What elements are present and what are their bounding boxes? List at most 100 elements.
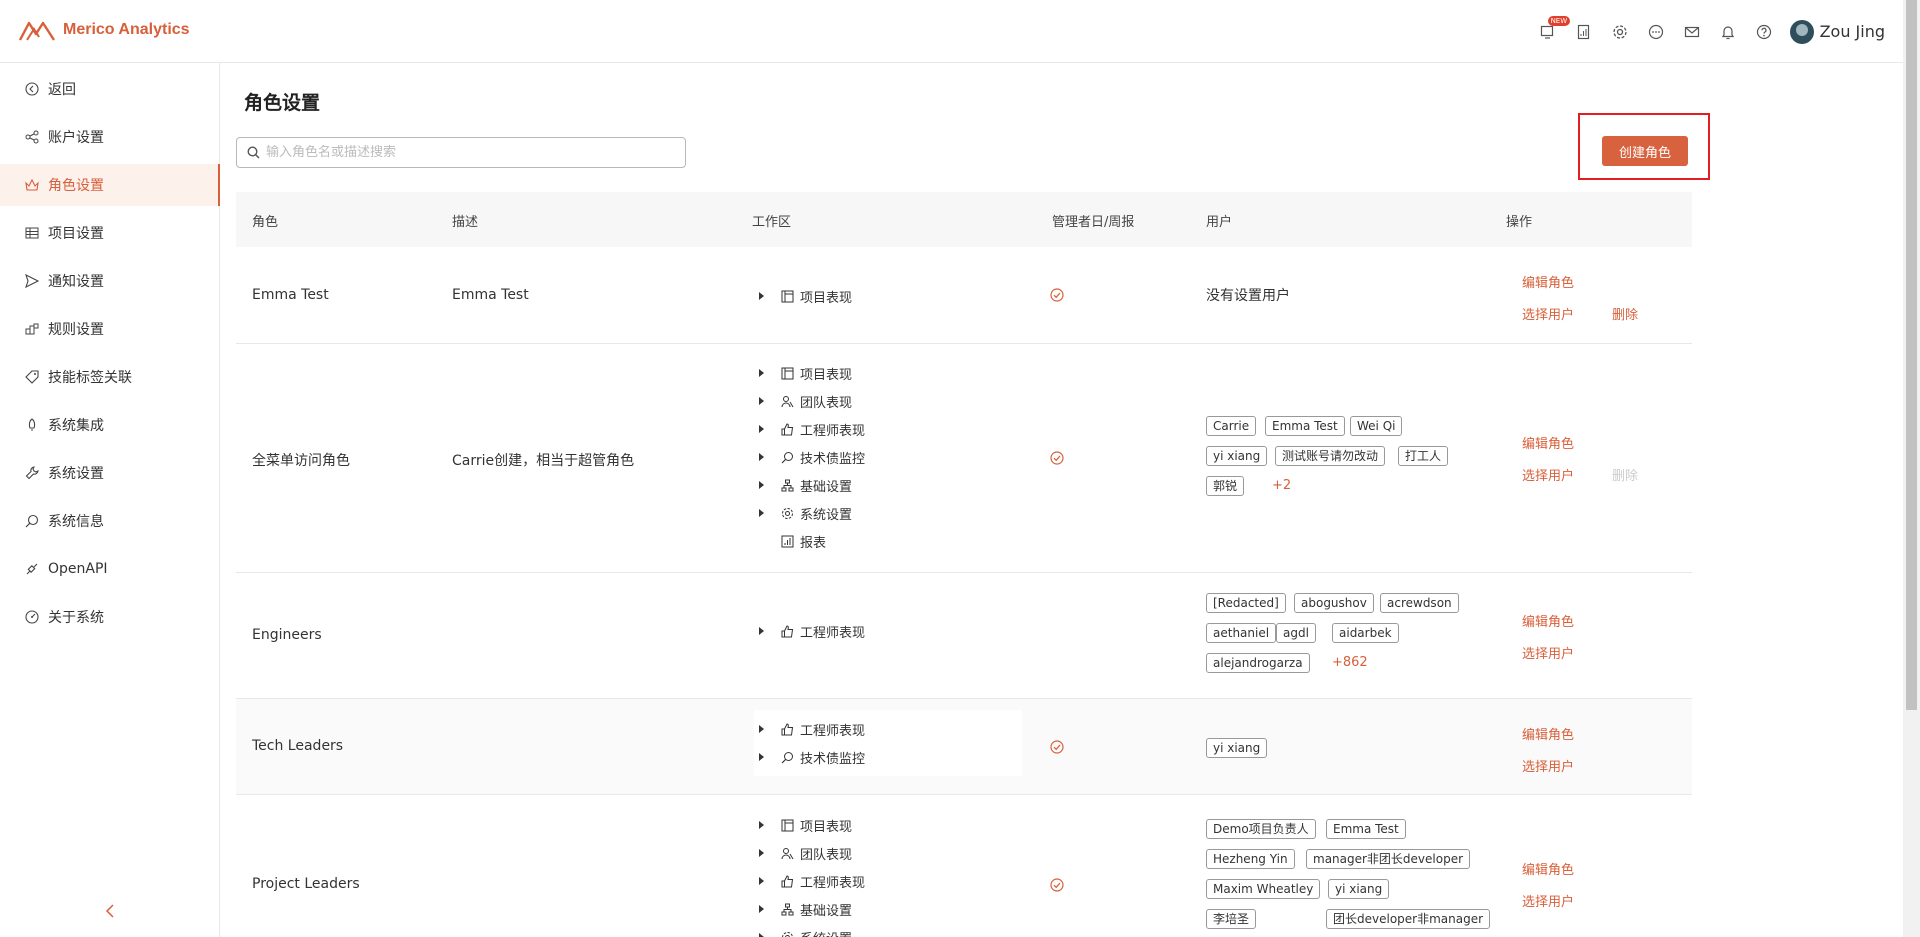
caret-right-icon[interactable] [759, 481, 764, 489]
caret-right-icon[interactable] [759, 453, 764, 461]
role-description: Emma Test [452, 287, 529, 303]
thumb-icon [780, 722, 794, 736]
workspace-label: 系统设置 [800, 928, 852, 937]
workspace-item[interactable]: 工程师表现 [759, 620, 865, 642]
caret-right-icon[interactable] [759, 821, 764, 829]
check-circle-icon [1050, 288, 1064, 302]
workspace-item[interactable]: 基础设置 [759, 898, 852, 920]
caret-right-icon[interactable] [759, 425, 764, 433]
sidebar-item-projects[interactable]: 项目设置 [0, 212, 220, 254]
page-scrollbar[interactable] [1903, 0, 1920, 937]
select-users-button[interactable]: 选择用户 [1522, 465, 1574, 484]
workspace-item[interactable]: 项目表现 [759, 285, 852, 307]
caret-right-icon[interactable] [759, 849, 764, 857]
user-tag: aidarbek [1332, 623, 1399, 643]
user-tag: yi xiang [1206, 738, 1268, 758]
sidebar-item-roles[interactable]: 角色设置 [0, 164, 220, 206]
sidebar-item-label: 规则设置 [48, 322, 104, 338]
search-box[interactable] [236, 137, 686, 168]
project-icon [780, 366, 794, 380]
workspace-item[interactable]: 技术债监控 [759, 746, 865, 768]
report-icon[interactable] [1566, 14, 1602, 50]
user-tag: Emma Test [1326, 819, 1406, 839]
table-row: Engineers 工程师表现 [Redacted] abogushov acrewds… [236, 573, 1692, 699]
create-role-button[interactable]: 创建角色 [1602, 136, 1688, 166]
brand-logo[interactable]: Merico Analytics [19, 19, 190, 41]
caret-right-icon[interactable] [759, 369, 764, 377]
sidebar-item-label: 返回 [48, 82, 76, 98]
sidebar: 返回 账户设置 角色设置 项目设置 通知设置 规则设置 技能标签关联 系统集成 … [0, 63, 220, 937]
role-name: Tech Leaders [252, 738, 344, 754]
help-icon[interactable] [1746, 14, 1782, 50]
select-users-button[interactable]: 选择用户 [1522, 304, 1574, 323]
role-icon [24, 177, 40, 193]
edit-role-button[interactable]: 编辑角色 [1522, 859, 1574, 878]
workspace-item[interactable]: 工程师表现 [759, 718, 865, 740]
gear-icon[interactable] [1602, 14, 1638, 50]
edit-role-button[interactable]: 编辑角色 [1522, 611, 1574, 630]
delete-role-button: 删除 [1612, 469, 1639, 484]
merico-logo-icon [19, 21, 55, 41]
gear-icon [780, 506, 794, 520]
edit-role-button[interactable]: 编辑角色 [1522, 272, 1574, 291]
caret-right-icon[interactable] [759, 292, 764, 300]
more-users-count[interactable]: +862 [1332, 653, 1368, 673]
workspace-item[interactable]: 基础设置 [759, 474, 852, 496]
role-name: Emma Test [252, 287, 329, 303]
caret-right-icon[interactable] [759, 397, 764, 405]
user-tag: 打工人 [1398, 446, 1449, 466]
caret-right-icon[interactable] [759, 627, 764, 635]
select-users-button[interactable]: 选择用户 [1522, 643, 1574, 662]
team-icon [780, 394, 794, 408]
workspace-item[interactable]: 工程师表现 [759, 418, 865, 440]
sidebar-item-label: 系统信息 [48, 514, 104, 530]
edit-role-button[interactable]: 编辑角色 [1522, 433, 1574, 452]
screen-new-icon[interactable]: NEW [1530, 14, 1571, 50]
caret-right-icon[interactable] [759, 725, 764, 733]
sidebar-item-system-settings[interactable]: 系统设置 [0, 452, 220, 494]
user-tag: 李培圣 [1206, 909, 1257, 929]
bell-icon[interactable] [1710, 14, 1746, 50]
workspace-label: 项目表现 [800, 367, 853, 383]
workspace-label: 项目表现 [800, 819, 853, 835]
sidebar-item-account[interactable]: 账户设置 [0, 116, 220, 158]
search-input[interactable] [266, 145, 666, 160]
select-users-button[interactable]: 选择用户 [1522, 891, 1574, 910]
user-menu[interactable]: Zou Jing [1789, 19, 1885, 44]
workspace-item[interactable]: 技术债监控 [759, 446, 865, 468]
workspace-item[interactable]: 团队表现 [759, 842, 852, 864]
sidebar-item-rules[interactable]: 规则设置 [0, 308, 220, 350]
caret-right-icon[interactable] [759, 933, 764, 937]
workspace-item[interactable]: 团队表现 [759, 390, 852, 412]
workspace-item[interactable]: 项目表现 [759, 814, 852, 836]
collapse-sidebar-button[interactable] [100, 901, 120, 921]
workspace-item[interactable]: 项目表现 [759, 362, 852, 384]
more-users-count[interactable]: +2 [1272, 476, 1291, 496]
scrollbar-thumb[interactable] [1906, 0, 1917, 710]
sidebar-item-notifications[interactable]: 通知设置 [0, 260, 220, 302]
sidebar-item-skill-tags[interactable]: 技能标签关联 [0, 356, 220, 398]
user-tag: aethaniel [1206, 623, 1277, 643]
sidebar-item-integrations[interactable]: 系统集成 [0, 404, 220, 446]
caret-right-icon[interactable] [759, 905, 764, 913]
workspace-item[interactable]: 工程师表现 [759, 870, 865, 892]
sidebar-item-system-info[interactable]: 系统信息 [0, 500, 220, 542]
caret-right-icon[interactable] [759, 509, 764, 517]
mail-icon[interactable] [1674, 14, 1710, 50]
caret-right-icon[interactable] [759, 753, 764, 761]
workspace-item[interactable]: 系统设置 [759, 502, 852, 524]
sidebar-item-back[interactable]: 返回 [0, 68, 220, 110]
select-users-button[interactable]: 选择用户 [1522, 756, 1574, 775]
caret-right-icon[interactable] [759, 877, 764, 885]
sidebar-item-label: 技能标签关联 [48, 370, 132, 386]
column-header-workspace: 工作区 [752, 215, 792, 230]
sidebar-item-openapi[interactable]: OpenAPI [0, 548, 220, 590]
workspace-item[interactable]: 系统设置 [759, 926, 852, 937]
edit-role-button[interactable]: 编辑角色 [1522, 724, 1574, 743]
chat-icon[interactable] [1638, 14, 1674, 50]
table-icon [24, 225, 40, 241]
user-tag: Demo项目负责人 [1206, 819, 1316, 839]
delete-role-button[interactable]: 删除 [1612, 304, 1638, 323]
sidebar-item-about[interactable]: 关于系统 [0, 596, 220, 638]
workspace-item[interactable]: 报表 [759, 530, 826, 552]
